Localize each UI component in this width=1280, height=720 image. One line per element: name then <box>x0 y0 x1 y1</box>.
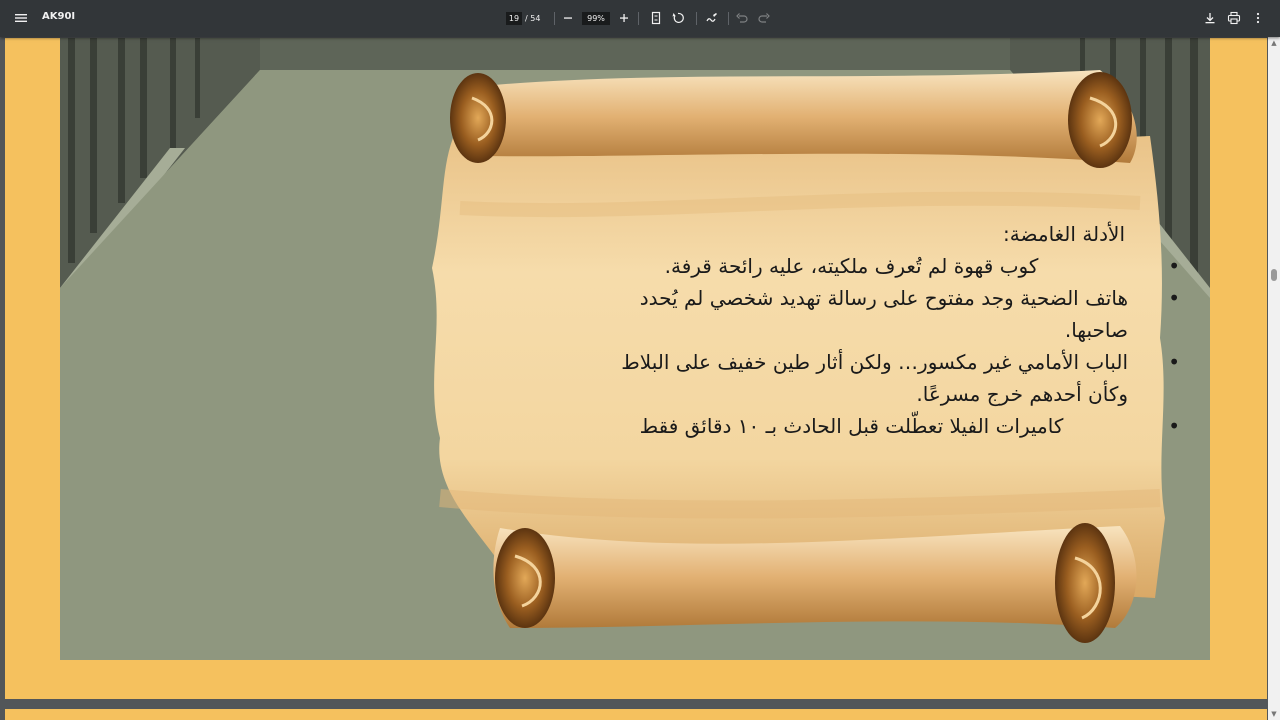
toolbar-divider <box>638 12 639 25</box>
more-options-icon[interactable] <box>1248 8 1268 28</box>
page-number-input[interactable] <box>506 12 522 25</box>
zoom-level-input[interactable] <box>582 12 610 25</box>
scroll-up-arrow-icon[interactable]: ▲ <box>1270 39 1278 47</box>
undo-icon[interactable] <box>732 8 752 28</box>
download-icon[interactable] <box>1200 8 1220 28</box>
pdf-page: الأدلة الغامضة: كوب قهوة لم تُعرف ملكيته… <box>5 38 1267 699</box>
evidence-text-block: الأدلة الغامضة: كوب قهوة لم تُعرف ملكيته… <box>525 218 1180 442</box>
evidence-item: هاتف الضحية وجد مفتوح على رسالة تهديد شخ… <box>525 282 1180 346</box>
zoom-in-icon[interactable] <box>614 8 634 28</box>
evidence-item: كوب قهوة لم تُعرف ملكيته، عليه رائحة قرف… <box>525 250 1180 282</box>
toolbar-divider <box>696 12 697 25</box>
evidence-list: كوب قهوة لم تُعرف ملكيته، عليه رائحة قرف… <box>525 250 1180 442</box>
hamburger-menu-icon[interactable] <box>11 8 31 28</box>
evidence-heading: الأدلة الغامضة: <box>1003 222 1125 246</box>
scroll-down-arrow-icon[interactable]: ▼ <box>1270 710 1278 718</box>
toolbar-divider <box>728 12 729 25</box>
document-title: AK90I <box>42 11 76 22</box>
evidence-item: كاميرات الفيلا تعطّلت قبل الحادث بـ ١٠ د… <box>525 410 1180 442</box>
rotate-icon[interactable] <box>668 8 688 28</box>
scrollbar-thumb[interactable] <box>1271 269 1277 281</box>
zoom-out-icon[interactable] <box>558 8 578 28</box>
annotate-icon[interactable] <box>702 8 722 28</box>
evidence-item: الباب الأمامي غير مكسور… ولكن أثار طين خ… <box>525 346 1180 410</box>
pdf-toolbar: AK90I / 54 <box>0 0 1280 37</box>
pdf-viewport[interactable]: الأدلة الغامضة: كوب قهوة لم تُعرف ملكيته… <box>0 37 1268 720</box>
vertical-scrollbar[interactable]: ▲ ▼ <box>1268 37 1280 720</box>
fit-page-icon[interactable] <box>646 8 666 28</box>
toolbar-divider <box>554 12 555 25</box>
next-pdf-page <box>5 709 1267 720</box>
slide-illustration: الأدلة الغامضة: كوب قهوة لم تُعرف ملكيته… <box>60 38 1210 660</box>
page-total: / 54 <box>525 14 541 23</box>
redo-icon[interactable] <box>754 8 774 28</box>
print-icon[interactable] <box>1224 8 1244 28</box>
